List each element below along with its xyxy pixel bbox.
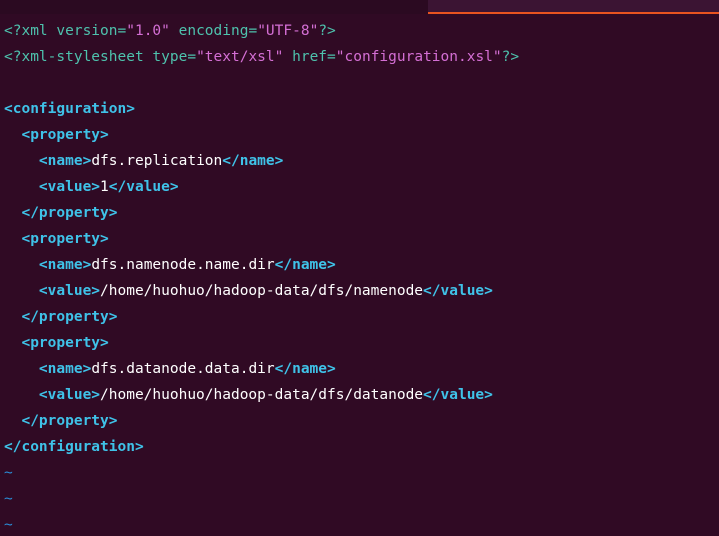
- property-value-text: /home/huohuo/hadoop-data/dfs/namenode: [100, 283, 424, 299]
- property-open-line: <property>: [0, 122, 719, 148]
- value-close-tag: </value>: [108, 179, 179, 195]
- stylesheet-type-value: "text/xsl": [196, 49, 284, 65]
- property-name-line: <name>dfs.namenode.name.dir</name>: [0, 252, 719, 278]
- stylesheet-href-attr: href=: [283, 49, 336, 65]
- stylesheet-pi-line: <?xml-stylesheet type="text/xsl" href="c…: [0, 44, 719, 70]
- terminal-tab[interactable]: [428, 0, 719, 12]
- xml-decl-close: ?>: [318, 23, 336, 39]
- name-open-tag: <name>: [38, 153, 92, 169]
- name-open-tag: <name>: [38, 361, 92, 377]
- property-value-text: 1: [100, 179, 109, 195]
- xml-declaration-line: <?xml version="1.0" encoding="UTF-8"?>: [0, 18, 719, 44]
- property-name-line: <name>dfs.datanode.data.dir</name>: [0, 356, 719, 382]
- name-close-tag: </name>: [222, 153, 284, 169]
- property-close-line: </property>: [0, 304, 719, 330]
- xml-decl-open: <?xml: [4, 23, 48, 39]
- stylesheet-pi-open: <?xml-stylesheet: [4, 49, 144, 65]
- configuration-close-tag: </configuration>: [4, 439, 144, 455]
- value-close-tag: </value>: [423, 283, 493, 299]
- configuration-close-line: </configuration>: [0, 434, 719, 460]
- property-name-text: dfs.replication: [91, 153, 223, 169]
- stylesheet-href-value: "configuration.xsl": [335, 49, 502, 65]
- configuration-open-tag: <configuration>: [4, 101, 135, 117]
- stylesheet-type-attr: type=: [143, 49, 197, 65]
- property-value-line: <value>1</value>: [0, 174, 719, 200]
- value-open-tag: <value>: [38, 179, 101, 195]
- name-close-tag: </name>: [274, 361, 336, 377]
- property-open-tag: <property>: [21, 127, 109, 143]
- value-close-tag: </value>: [423, 387, 493, 403]
- empty-line-marker-row: ~: [0, 512, 719, 536]
- vim-editor-buffer[interactable]: <?xml version="1.0" encoding="UTF-8"?> <…: [0, 18, 719, 536]
- xml-decl-encoding-value: "UTF-8": [257, 23, 319, 39]
- property-close-tag: </property>: [21, 309, 118, 325]
- tilde-marker: ~: [4, 517, 13, 533]
- empty-line-marker-row: ~: [0, 460, 719, 486]
- property-open-tag: <property>: [21, 231, 109, 247]
- tilde-marker: ~: [4, 491, 13, 507]
- property-open-line: <property>: [0, 226, 719, 252]
- value-open-tag: <value>: [38, 283, 101, 299]
- property-close-line: </property>: [0, 408, 719, 434]
- property-value-line: <value>/home/huohuo/hadoop-data/dfs/name…: [0, 278, 719, 304]
- configuration-open-line: <configuration>: [0, 96, 719, 122]
- xml-decl-encoding-attr: encoding=: [169, 23, 258, 39]
- property-name-text: dfs.namenode.name.dir: [91, 257, 275, 273]
- property-open-line: <property>: [0, 330, 719, 356]
- property-close-tag: </property>: [21, 205, 118, 221]
- property-name-line: <name>dfs.replication</name>: [0, 148, 719, 174]
- property-name-text: dfs.datanode.data.dir: [91, 361, 275, 377]
- empty-line-marker-row: ~: [0, 486, 719, 512]
- xml-decl-version-value: "1.0": [126, 23, 170, 39]
- tilde-marker: ~: [4, 465, 13, 481]
- value-open-tag: <value>: [38, 387, 101, 403]
- property-open-tag: <property>: [21, 335, 109, 351]
- xml-decl-version-attr: version=: [47, 23, 127, 39]
- active-tab-indicator: [428, 12, 719, 14]
- property-close-tag: </property>: [21, 413, 118, 429]
- stylesheet-pi-close: ?>: [501, 49, 520, 65]
- property-value-text: /home/huohuo/hadoop-data/dfs/datanode: [100, 387, 424, 403]
- property-value-line: <value>/home/huohuo/hadoop-data/dfs/data…: [0, 382, 719, 408]
- name-close-tag: </name>: [274, 257, 336, 273]
- name-open-tag: <name>: [38, 257, 92, 273]
- property-close-line: </property>: [0, 200, 719, 226]
